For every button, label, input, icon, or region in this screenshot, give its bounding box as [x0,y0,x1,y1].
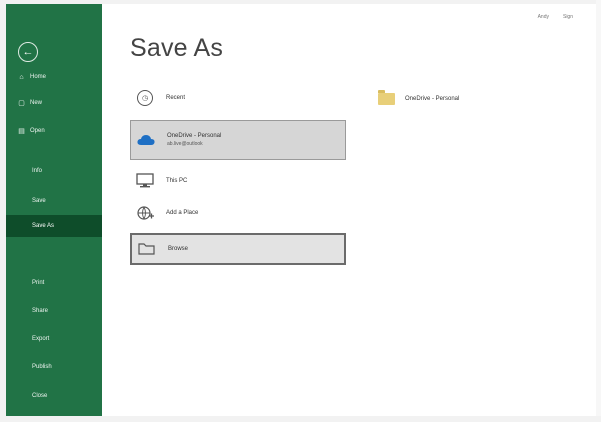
back-arrow-icon[interactable]: ← [18,42,38,62]
location-browse[interactable]: Browse [130,233,346,265]
location-recent[interactable]: ◷ Recent [130,79,346,117]
location-add-place[interactable]: Add a Place [130,194,346,232]
window-frame-bottom [0,416,601,422]
new-file-icon: ▢ [18,100,25,107]
clock-icon: ◷ [134,87,156,109]
folder-browse-icon [136,238,158,260]
account-links: Andy Sign [538,14,573,20]
home-icon: ⌂ [19,73,24,81]
sign-in-link[interactable]: Sign [563,14,573,20]
folder-open-icon: ▤ [18,128,25,135]
sidebar-item-save-as[interactable]: Save As [6,215,102,237]
sidebar-item-home[interactable]: ⌂ Home [6,66,102,88]
location-onedrive[interactable]: OneDrive - Personal ab.live@outlook [130,120,346,160]
sidebar-item-share[interactable]: Share [6,300,102,322]
backstage-sidebar: ← ⌂ Home ▢ New ▤ Open Info Save Save As … [6,4,102,416]
sidebar-item-print[interactable]: Print [6,272,102,294]
sidebar-item-export[interactable]: Export [6,328,102,350]
sidebar-item-open[interactable]: ▤ Open [6,120,102,142]
sidebar-item-save[interactable]: Save [6,190,102,212]
folder-icon [378,90,395,105]
onedrive-label: OneDrive - Personal [167,133,222,139]
sidebar-item-publish[interactable]: Publish [6,356,102,378]
account-name-link[interactable]: Andy [538,14,549,20]
onedrive-account: ab.live@outlook [167,141,203,147]
sidebar-item-info[interactable]: Info [6,160,102,182]
globe-plus-icon [134,202,156,224]
cloud-icon [135,129,157,151]
page-title: Save As [130,34,224,62]
recent-folder-item[interactable]: OneDrive - Personal [378,90,459,108]
sidebar-item-new[interactable]: ▢ New [6,92,102,114]
sidebar-item-close[interactable]: Close [6,385,102,407]
computer-icon [134,170,156,192]
window-frame-right [596,0,601,422]
